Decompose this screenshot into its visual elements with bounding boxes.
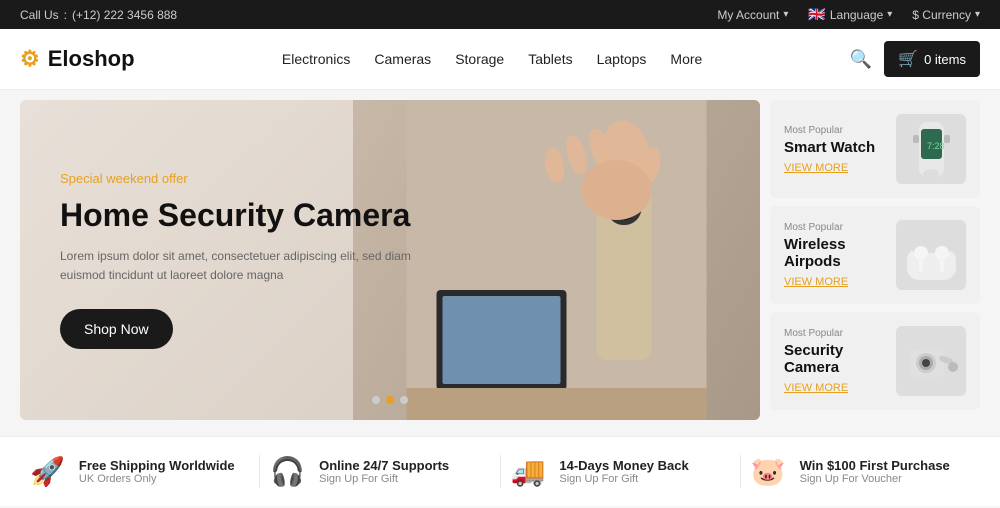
- camera-view-more[interactable]: VIEW MORE: [784, 382, 886, 394]
- airpods-view-more[interactable]: VIEW MORE: [784, 276, 886, 288]
- cart-button[interactable]: 🛒 0 items: [884, 41, 980, 77]
- nav-electronics[interactable]: Electronics: [282, 51, 350, 67]
- carousel-dots: [372, 396, 408, 404]
- feature-win-text: Win $100 First Purchase Sign Up For Vouc…: [800, 458, 950, 485]
- hero-description: Lorem ipsum dolor sit amet, consectetuer…: [60, 247, 420, 285]
- camera-image: [896, 326, 966, 396]
- watch-image: 7:28: [896, 114, 966, 184]
- feature-shipping-text: Free Shipping Worldwide UK Orders Only: [79, 458, 235, 485]
- svg-text:7:28: 7:28: [927, 141, 945, 151]
- nav-laptops[interactable]: Laptops: [597, 51, 647, 67]
- logo-icon: ⚙: [20, 46, 40, 72]
- shop-now-button[interactable]: Shop Now: [60, 309, 173, 349]
- support-title: Online 24/7 Supports: [319, 458, 449, 473]
- phone-number: (+12) 222 3456 888: [72, 8, 177, 22]
- product-card-info-camera: Most Popular Security Camera VIEW MORE: [784, 328, 886, 394]
- feature-shipping: 🚀 Free Shipping Worldwide UK Orders Only: [20, 455, 260, 488]
- airpods-image: [896, 220, 966, 290]
- airpods-svg: [899, 223, 964, 288]
- nav-more[interactable]: More: [670, 51, 702, 67]
- shipping-subtitle: UK Orders Only: [79, 473, 235, 485]
- my-account-link[interactable]: My Account ▾: [717, 8, 788, 22]
- currency-chevron-icon: ▾: [975, 9, 980, 20]
- currency-selector[interactable]: $ Currency ▾: [912, 8, 980, 22]
- carousel-dot-2[interactable]: [386, 396, 394, 404]
- watch-svg: 7:28: [899, 117, 964, 182]
- top-bar-actions: My Account ▾ 🇬🇧 Language ▾ $ Currency ▾: [717, 6, 980, 23]
- feature-support-text: Online 24/7 Supports Sign Up For Gift: [319, 458, 449, 485]
- nav-cameras[interactable]: Cameras: [374, 51, 431, 67]
- logo-text: Eloshop: [48, 46, 135, 72]
- hero-content: Special weekend offer Home Security Came…: [60, 171, 420, 349]
- product-card-info-watch: Most Popular Smart Watch VIEW MORE: [784, 125, 886, 174]
- watch-tag: Most Popular: [784, 125, 886, 136]
- language-selector[interactable]: 🇬🇧 Language ▾: [808, 6, 892, 23]
- feature-returns: 🚚 14-Days Money Back Sign Up For Gift: [501, 455, 741, 488]
- airpods-name: Wireless Airpods: [784, 236, 886, 270]
- shipping-icon: 🚀: [30, 455, 65, 488]
- carousel-dot-1[interactable]: [372, 396, 380, 404]
- watch-name: Smart Watch: [784, 139, 886, 156]
- sidebar-cards: Most Popular Smart Watch VIEW MORE 7:28 …: [770, 100, 980, 420]
- returns-icon: 🚚: [511, 455, 546, 488]
- airpods-tag: Most Popular: [784, 222, 886, 233]
- product-card-airpods[interactable]: Most Popular Wireless Airpods VIEW MORE: [770, 206, 980, 304]
- top-bar-contact: Call Us : (+12) 222 3456 888: [20, 8, 177, 22]
- watch-view-more[interactable]: VIEW MORE: [784, 162, 886, 174]
- camera-svg: [899, 329, 964, 394]
- header-right: 🔍 🛒 0 items: [850, 41, 980, 77]
- product-card-smartwatch[interactable]: Most Popular Smart Watch VIEW MORE 7:28: [770, 100, 980, 198]
- features-bar: 🚀 Free Shipping Worldwide UK Orders Only…: [0, 436, 1000, 506]
- feature-returns-text: 14-Days Money Back Sign Up For Gift: [559, 458, 688, 485]
- call-separator: :: [64, 8, 67, 22]
- logo[interactable]: ⚙ Eloshop: [20, 46, 135, 72]
- hero-tag: Special weekend offer: [60, 171, 420, 186]
- support-icon: 🎧: [270, 455, 305, 488]
- hero-title: Home Security Camera: [60, 196, 420, 234]
- camera-name: Security Camera: [784, 342, 886, 376]
- header: ⚙ Eloshop Electronics Cameras Storage Ta…: [0, 29, 1000, 90]
- support-subtitle: Sign Up For Gift: [319, 473, 449, 485]
- main-nav: Electronics Cameras Storage Tablets Lapt…: [282, 51, 702, 67]
- search-button[interactable]: 🔍: [850, 49, 872, 70]
- call-label: Call Us: [20, 8, 59, 22]
- main-content: Special weekend offer Home Security Came…: [0, 100, 1000, 420]
- nav-tablets[interactable]: Tablets: [528, 51, 572, 67]
- nav-storage[interactable]: Storage: [455, 51, 504, 67]
- feature-win: 🐷 Win $100 First Purchase Sign Up For Vo…: [741, 455, 980, 488]
- my-account-chevron-icon: ▾: [783, 9, 788, 20]
- shipping-title: Free Shipping Worldwide: [79, 458, 235, 473]
- feature-support: 🎧 Online 24/7 Supports Sign Up For Gift: [260, 455, 500, 488]
- win-icon: 🐷: [751, 455, 786, 488]
- hero-banner: Special weekend offer Home Security Came…: [20, 100, 760, 420]
- returns-subtitle: Sign Up For Gift: [559, 473, 688, 485]
- cart-icon: 🛒: [898, 49, 918, 69]
- camera-tag: Most Popular: [784, 328, 886, 339]
- product-card-info-airpods: Most Popular Wireless Airpods VIEW MORE: [784, 222, 886, 288]
- flag-icon: 🇬🇧: [808, 6, 825, 23]
- returns-title: 14-Days Money Back: [559, 458, 688, 473]
- carousel-dot-3[interactable]: [400, 396, 408, 404]
- win-title: Win $100 First Purchase: [800, 458, 950, 473]
- top-bar: Call Us : (+12) 222 3456 888 My Account …: [0, 0, 1000, 29]
- product-card-security-camera[interactable]: Most Popular Security Camera VIEW MORE: [770, 312, 980, 410]
- cart-count: 0 items: [924, 52, 966, 67]
- win-subtitle: Sign Up For Voucher: [800, 473, 950, 485]
- language-chevron-icon: ▾: [887, 9, 892, 20]
